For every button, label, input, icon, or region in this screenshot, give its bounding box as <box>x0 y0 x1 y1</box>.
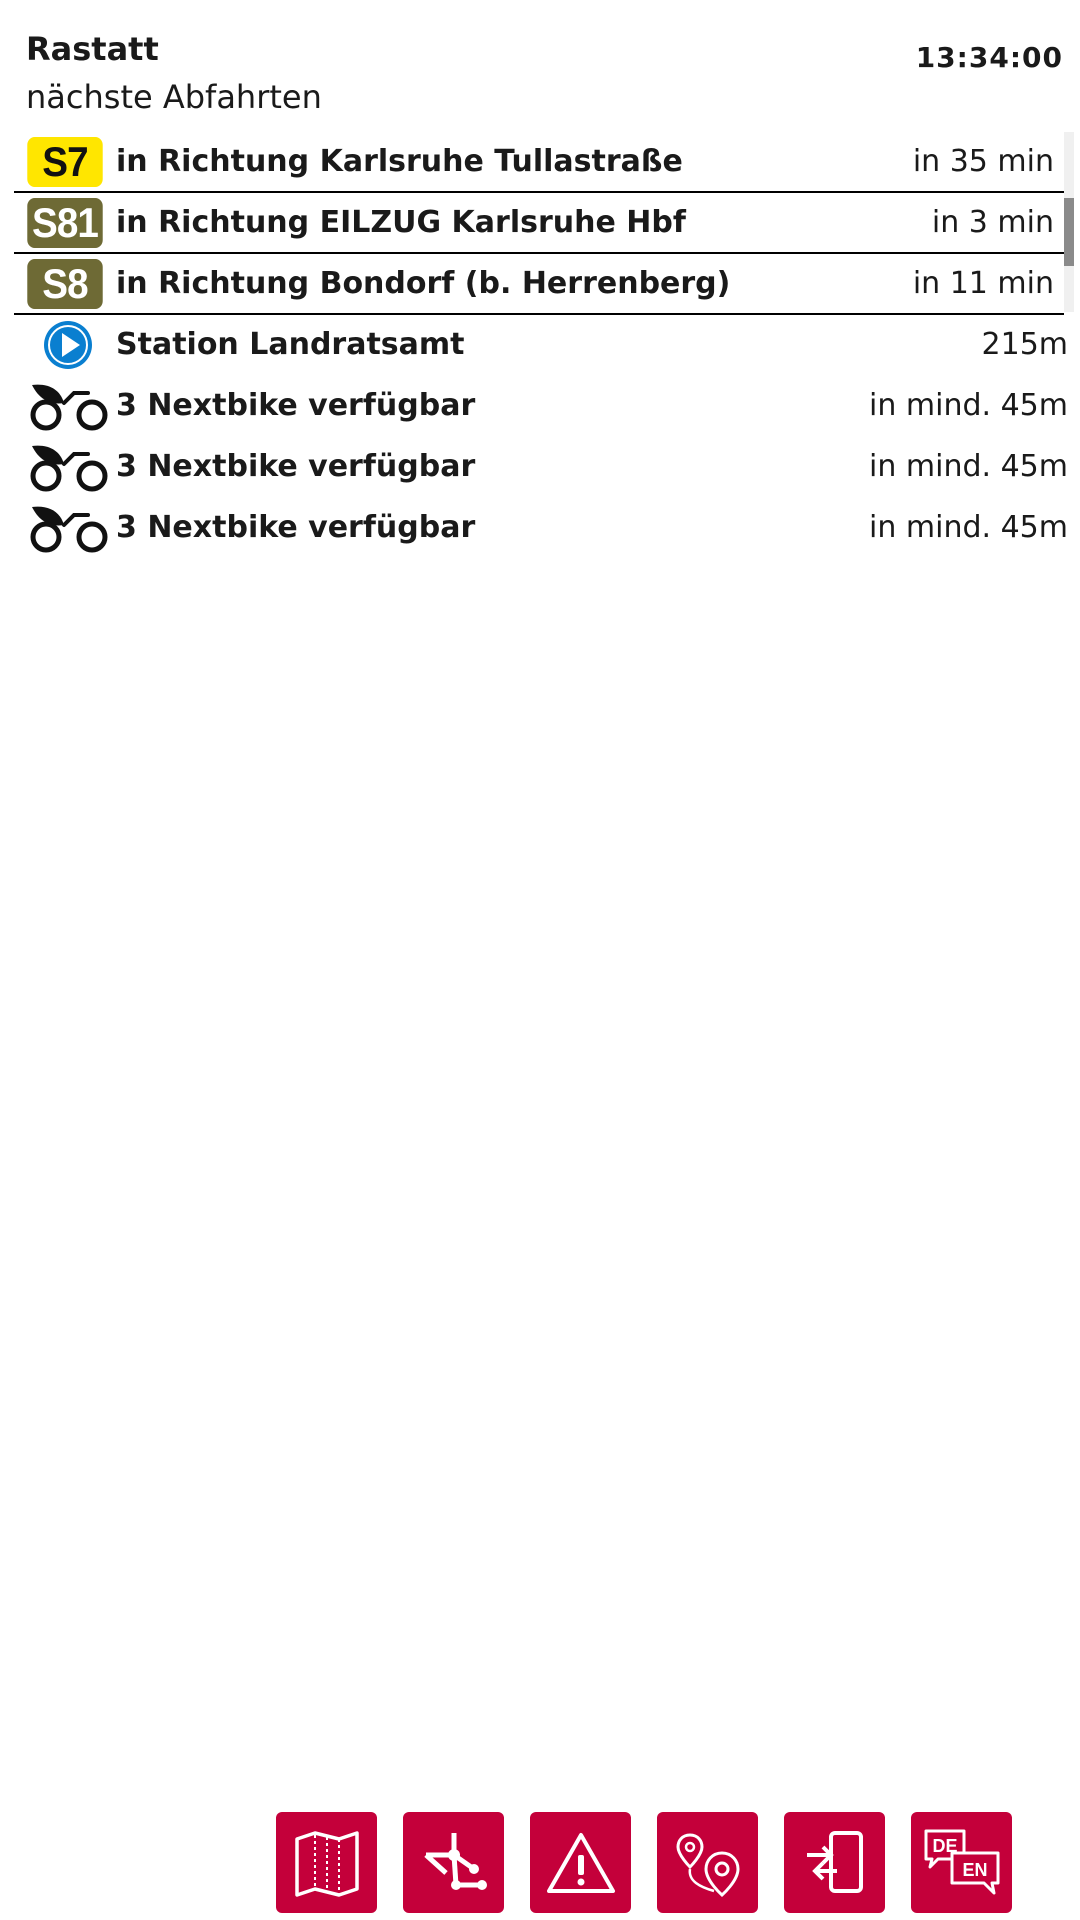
map-button[interactable] <box>276 1812 377 1913</box>
nextbike-icon <box>22 378 114 434</box>
nextbike-icon <box>22 500 114 556</box>
route-icon <box>675 1832 740 1897</box>
poi-label: 3 Nextbike verfügbar <box>116 388 476 423</box>
departure-row[interactable]: S81 in Richtung EILZUG Karlsruhe Hbf in … <box>14 193 1064 254</box>
scrollbar-thumb[interactable] <box>1064 198 1074 266</box>
departure-direction: in Richtung EILZUG Karlsruhe Hbf <box>116 205 686 240</box>
poi-distance: in mind. 45m <box>869 510 1068 545</box>
line-badge-s81: S81 <box>27 197 103 248</box>
poi-list: Station Landratsamt 215m 3 Nextbike verf… <box>14 314 1068 558</box>
line-badge-s7: S7 <box>27 136 103 187</box>
map-icon <box>294 1830 359 1897</box>
exit-button[interactable] <box>784 1812 885 1913</box>
poi-row-nextbike[interactable]: 3 Nextbike verfügbar in mind. 45m <box>14 375 1068 436</box>
warning-icon <box>546 1832 615 1893</box>
departures-list[interactable]: S7 in Richtung Karlsruhe Tullastraße in … <box>14 132 1064 315</box>
poi-label: 3 Nextbike verfügbar <box>116 449 476 484</box>
language-icon: DE EN <box>924 1829 999 1894</box>
poi-row-nextbike[interactable]: 3 Nextbike verfügbar in mind. 45m <box>14 497 1068 558</box>
language-button[interactable]: DE EN <box>911 1812 1012 1913</box>
nextbike-icon <box>22 439 114 495</box>
poi-label: 3 Nextbike verfügbar <box>116 510 476 545</box>
departures-scrollbar[interactable] <box>1064 132 1074 312</box>
header: Rastatt nächste Abfahrten <box>26 28 1054 118</box>
bottom-toolbar: DE EN <box>276 1812 1012 1913</box>
poi-distance: in mind. 45m <box>869 449 1068 484</box>
poi-distance: in mind. 45m <box>869 388 1068 423</box>
poi-row-nextbike[interactable]: 3 Nextbike verfügbar in mind. 45m <box>14 436 1068 497</box>
poi-row-station[interactable]: Station Landratsamt 215m <box>14 314 1068 375</box>
station-subtitle: nächste Abfahrten <box>26 78 322 116</box>
poi-distance: 215m <box>981 327 1068 362</box>
departure-row[interactable]: S7 in Richtung Karlsruhe Tullastraße in … <box>14 132 1064 193</box>
clock: 13:34:00 <box>915 41 1063 74</box>
warning-button[interactable] <box>530 1812 631 1913</box>
route-button[interactable] <box>657 1812 758 1913</box>
departure-time: in 3 min <box>931 205 1054 240</box>
language-en-label: EN <box>962 1860 987 1880</box>
poi-label: Station Landratsamt <box>116 327 465 362</box>
departure-time: in 11 min <box>912 266 1054 301</box>
language-de-label: DE <box>932 1836 957 1856</box>
network-button[interactable] <box>403 1812 504 1913</box>
station-title: Rastatt <box>26 30 159 68</box>
departure-direction: in Richtung Bondorf (b. Herrenberg) <box>116 266 731 301</box>
departure-direction: in Richtung Karlsruhe Tullastraße <box>116 144 683 179</box>
network-icon <box>423 1832 487 1890</box>
exit-phone-icon <box>806 1830 863 1893</box>
departure-time: in 35 min <box>912 144 1054 179</box>
station-play-icon <box>22 317 114 373</box>
departure-row[interactable]: S8 in Richtung Bondorf (b. Herrenberg) i… <box>14 254 1064 315</box>
line-badge-s8: S8 <box>27 258 103 309</box>
